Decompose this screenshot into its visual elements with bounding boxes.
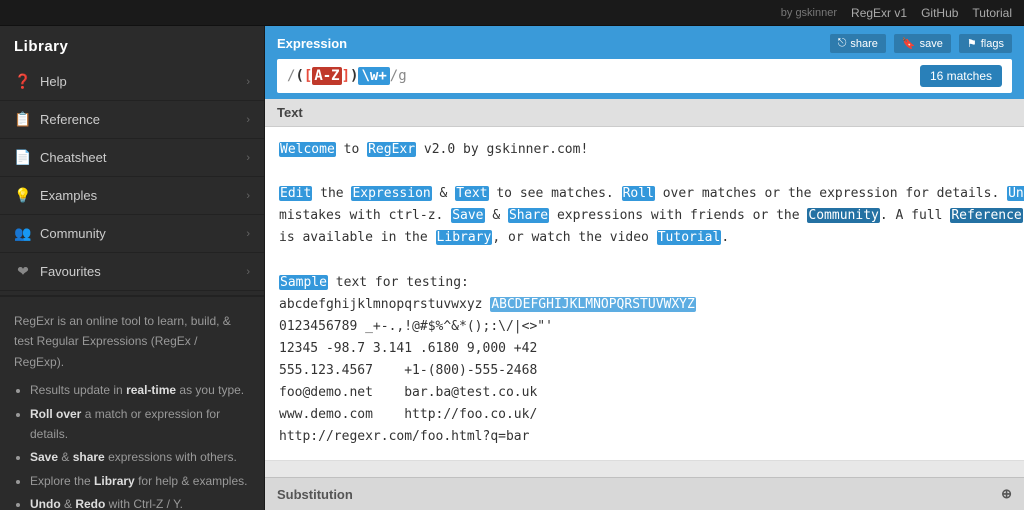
sidebar-item-examples[interactable]: 💡 Examples › xyxy=(0,177,264,215)
match-edit: Edit xyxy=(279,186,312,201)
topbar: by gskinner RegExr v1 GitHub Tutorial xyxy=(0,0,1024,26)
match-tutorial: Tutorial xyxy=(657,230,722,245)
bullet-realtime: Results update in real-time as you type. xyxy=(30,380,250,400)
sidebar-label-cheatsheet: Cheatsheet xyxy=(40,150,107,165)
flag-icon: ⚑ xyxy=(967,37,977,50)
match-text: Text xyxy=(455,186,488,201)
chevron-right-icon: › xyxy=(246,76,250,88)
text-line-email: foo@demo.net bar.ba@test.co.uk xyxy=(279,382,1010,404)
sidebar-label-favourites: Favourites xyxy=(40,264,101,279)
cheatsheet-icon: 📄 xyxy=(14,149,32,166)
expression-title-label: Expression xyxy=(277,36,347,51)
bullet-save-share: Save & share expressions with others. xyxy=(30,447,250,467)
examples-icon: 💡 xyxy=(14,187,32,204)
sidebar-label-help: Help xyxy=(40,74,67,89)
sidebar-item-reference[interactable]: 📋 Reference › xyxy=(0,101,264,139)
sidebar-item-help[interactable]: ❓ Help › xyxy=(0,63,264,101)
match-regexr: RegExr xyxy=(367,142,416,157)
substitution-panel: Substitution ⊕ xyxy=(265,477,1024,510)
match-sample: Sample xyxy=(279,275,328,290)
text-line-2: Edit the Expression & Text to see matche… xyxy=(279,183,1010,205)
expression-content: / ( [ A-Z ] ) \w+ / g xyxy=(287,67,910,85)
match-library: Library xyxy=(436,230,493,245)
main-layout: Library ❓ Help › 📋 Reference › 📄 Cheatsh… xyxy=(0,26,1024,510)
regex-close-slash: / xyxy=(390,68,398,84)
substitution-label: Substitution xyxy=(277,487,353,502)
reference-icon: 📋 xyxy=(14,111,32,128)
flags-button[interactable]: ⚑ flags xyxy=(959,34,1012,53)
text-line-1: Welcome to RegExr v2.0 by gskinner.com! xyxy=(279,139,1010,161)
sidebar-item-cheatsheet[interactable]: 📄 Cheatsheet › xyxy=(0,139,264,177)
match-upper: ABCDEFGHIJKLMNOPQRSTUVWXYZ xyxy=(490,297,696,312)
sidebar-title: Library xyxy=(0,26,264,63)
regex-close-paren: ) xyxy=(350,68,358,84)
chevron-right-icon: › xyxy=(246,190,250,202)
text-line-blank2 xyxy=(279,249,1010,271)
text-line-4: is available in the Library, or watch th… xyxy=(279,227,1010,249)
share-button[interactable]: ⎋ share xyxy=(830,34,886,53)
text-line-phone: 555.123.4567 +1-(800)-555-2468 xyxy=(279,360,1010,382)
text-panel-header: Text xyxy=(265,99,1024,127)
save-button[interactable]: 🔖 save xyxy=(894,34,951,53)
text-content[interactable]: Welcome to RegExr v2.0 by gskinner.com! … xyxy=(265,127,1024,460)
chevron-right-icon: › xyxy=(246,114,250,126)
regex-flag: g xyxy=(398,68,406,84)
chevron-right-icon: › xyxy=(246,228,250,240)
sidebar-label-community: Community xyxy=(40,226,106,241)
bullet-rollover: Roll over a match or expression for deta… xyxy=(30,404,250,445)
bullet-library: Explore the Library for help & examples. xyxy=(30,471,250,491)
matches-badge: 16 matches xyxy=(920,65,1002,87)
match-expression: Expression xyxy=(351,186,431,201)
substitution-expand-icon[interactable]: ⊕ xyxy=(1001,486,1012,502)
content-area: Expression ⎋ share 🔖 save ⚑ flags xyxy=(265,26,1024,510)
sidebar-desc-text: RegExr is an online tool to learn, build… xyxy=(14,314,231,369)
topbar-link-regexr-v1[interactable]: RegExr v1 xyxy=(851,6,907,20)
text-line-3: mistakes with ctrl-z. Save & Share expre… xyxy=(279,205,1010,227)
expression-actions: ⎋ share 🔖 save ⚑ flags xyxy=(830,34,1012,53)
text-line-url1: www.demo.com http://foo.co.uk/ xyxy=(279,404,1010,426)
topbar-link-github[interactable]: GitHub xyxy=(921,6,958,20)
match-community: Community xyxy=(807,208,879,223)
regex-open-paren: ( xyxy=(295,68,303,84)
sidebar-item-community[interactable]: 👥 Community › xyxy=(0,215,264,253)
topbar-by: by gskinner xyxy=(781,7,837,19)
expression-panel: Expression ⎋ share 🔖 save ⚑ flags xyxy=(265,26,1024,99)
match-undo: Undo xyxy=(1007,186,1024,201)
favourites-icon: ❤ xyxy=(14,263,32,280)
text-line-blank1 xyxy=(279,161,1010,183)
text-line-numbers: 12345 -98.7 3.141 .6180 9,000 +42 xyxy=(279,338,1010,360)
regex-bracket-open: [ xyxy=(304,68,312,84)
expression-header: Expression ⎋ share 🔖 save ⚑ flags xyxy=(277,34,1012,53)
sidebar-label-examples: Examples xyxy=(40,188,97,203)
sidebar-bullets: Results update in real-time as you type.… xyxy=(14,380,250,510)
match-save: Save xyxy=(451,208,484,223)
match-welcome: Welcome xyxy=(279,142,336,157)
match-roll: Roll xyxy=(622,186,655,201)
sidebar-description: RegExr is an online tool to learn, build… xyxy=(0,295,264,510)
text-line-special: 0123456789 _+-.,!@#$%^&*();:\/|<>"' xyxy=(279,316,1010,338)
text-line-url2: http://regexr.com/foo.html?q=bar xyxy=(279,426,1010,448)
help-icon: ❓ xyxy=(14,73,32,90)
bullet-undo: Undo & Redo with Ctrl-Z / Y. xyxy=(30,494,250,510)
text-line-alpha: abcdefghijklmnopqrstuvwxyz ABCDEFGHIJKLM… xyxy=(279,294,1010,316)
regex-bracket-content: A-Z xyxy=(312,67,341,85)
sidebar-label-reference: Reference xyxy=(40,112,100,127)
regex-open-slash: / xyxy=(287,68,295,84)
chevron-right-icon: › xyxy=(246,266,250,278)
share-icon: ⎋ xyxy=(838,37,847,50)
bookmark-icon: 🔖 xyxy=(902,37,916,50)
regex-bracket-close: ] xyxy=(342,68,350,84)
expression-bar[interactable]: / ( [ A-Z ] ) \w+ / g 16 matches xyxy=(277,59,1012,93)
community-icon: 👥 xyxy=(14,225,32,242)
chevron-right-icon: › xyxy=(246,152,250,164)
topbar-link-tutorial[interactable]: Tutorial xyxy=(972,6,1012,20)
regex-quantifier: \w+ xyxy=(358,67,389,85)
text-line-sample: Sample text for testing: xyxy=(279,272,1010,294)
match-share: Share xyxy=(508,208,549,223)
sidebar-item-favourites[interactable]: ❤ Favourites › xyxy=(0,253,264,291)
text-panel: Text Welcome to RegExr v2.0 by gskinner.… xyxy=(265,99,1024,461)
sidebar: Library ❓ Help › 📋 Reference › 📄 Cheatsh… xyxy=(0,26,265,510)
match-reference: Reference xyxy=(950,208,1022,223)
